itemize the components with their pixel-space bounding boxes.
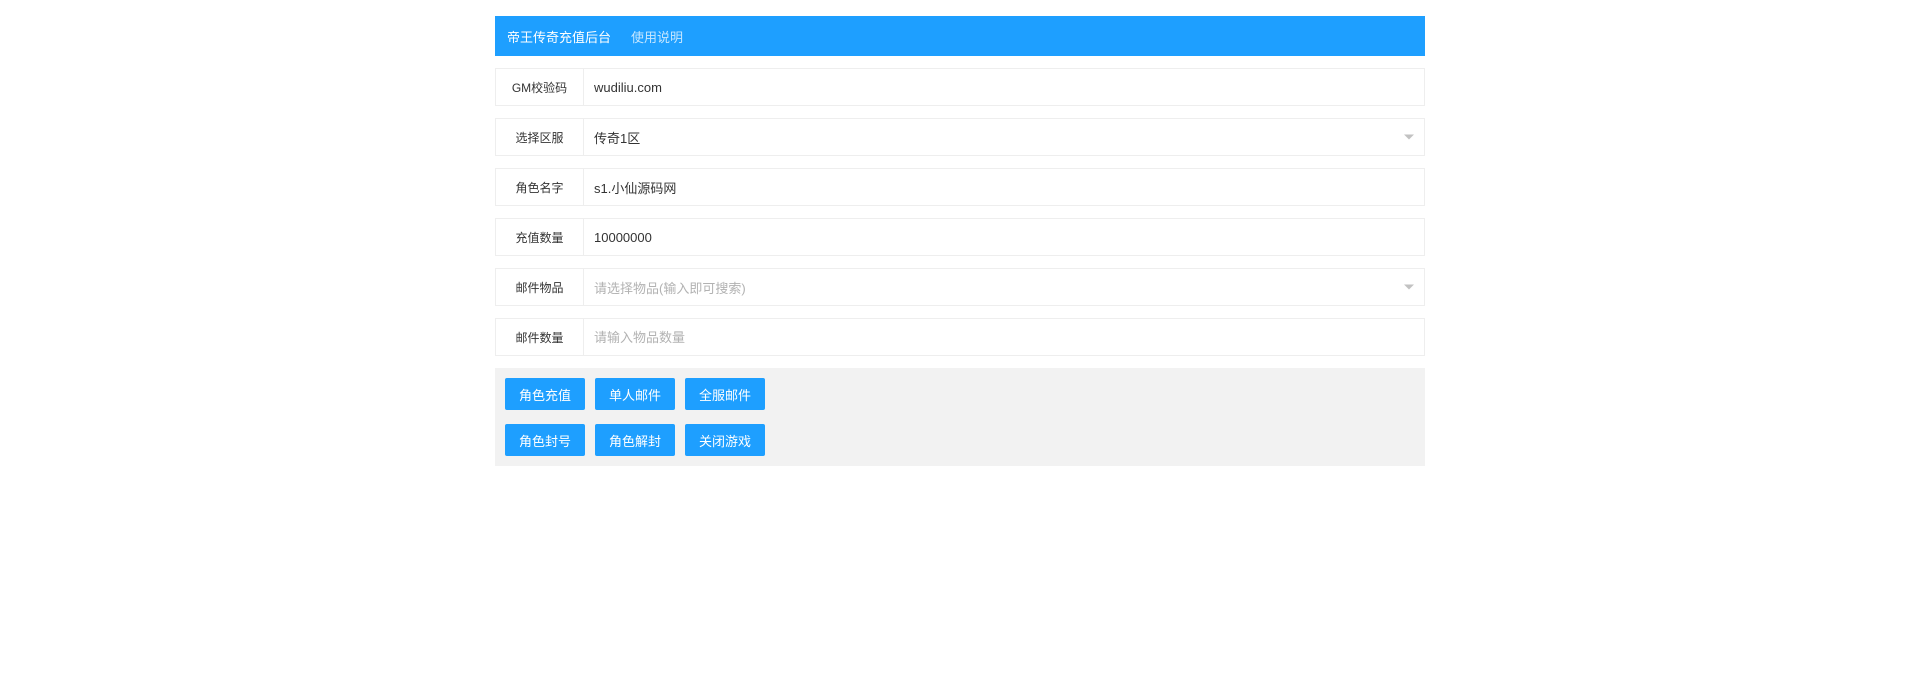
header-title: 帝王传奇充值后台 <box>507 27 611 46</box>
gm-code-row: GM校验码 <box>495 68 1425 106</box>
server-select-value: 传奇1区 <box>594 128 640 147</box>
mail-item-field: 请选择物品(输入即可搜索) <box>584 269 1424 305</box>
server-field: 传奇1区 <box>584 119 1424 155</box>
server-label: 选择区服 <box>496 119 584 155</box>
chevron-down-icon <box>1404 135 1414 140</box>
recharge-amount-row: 充值数量 <box>495 218 1425 256</box>
chevron-down-icon <box>1404 285 1414 290</box>
header-bar: 帝王传奇充值后台 使用说明 <box>495 16 1425 56</box>
mail-quantity-field <box>584 319 1424 355</box>
button-row-2: 角色封号 角色解封 关闭游戏 <box>505 424 1415 456</box>
role-name-input[interactable] <box>584 169 1424 205</box>
usage-link[interactable]: 使用说明 <box>631 27 683 46</box>
mail-quantity-row: 邮件数量 <box>495 318 1425 356</box>
role-ban-button[interactable]: 角色封号 <box>505 424 585 456</box>
role-recharge-button[interactable]: 角色充值 <box>505 378 585 410</box>
role-name-field <box>584 169 1424 205</box>
server-row: 选择区服 传奇1区 <box>495 118 1425 156</box>
button-row-1: 角色充值 单人邮件 全服邮件 <box>505 378 1415 410</box>
mail-item-select[interactable]: 请选择物品(输入即可搜索) <box>584 269 1424 305</box>
mail-quantity-label: 邮件数量 <box>496 319 584 355</box>
single-mail-button[interactable]: 单人邮件 <box>595 378 675 410</box>
button-section: 角色充值 单人邮件 全服邮件 角色封号 角色解封 关闭游戏 <box>495 368 1425 466</box>
role-name-row: 角色名字 <box>495 168 1425 206</box>
role-name-label: 角色名字 <box>496 169 584 205</box>
gm-code-label: GM校验码 <box>496 69 584 105</box>
mail-item-label: 邮件物品 <box>496 269 584 305</box>
gm-code-field <box>584 69 1424 105</box>
mail-item-placeholder: 请选择物品(输入即可搜索) <box>594 278 746 297</box>
role-unban-button[interactable]: 角色解封 <box>595 424 675 456</box>
recharge-amount-input[interactable] <box>584 219 1424 255</box>
recharge-amount-label: 充值数量 <box>496 219 584 255</box>
mail-item-row: 邮件物品 请选择物品(输入即可搜索) <box>495 268 1425 306</box>
server-select[interactable]: 传奇1区 <box>584 119 1424 155</box>
mail-quantity-input[interactable] <box>584 319 1424 355</box>
main-container: 帝王传奇充值后台 使用说明 GM校验码 选择区服 传奇1区 角色名字 充值数量 … <box>495 0 1425 466</box>
close-game-button[interactable]: 关闭游戏 <box>685 424 765 456</box>
recharge-amount-field <box>584 219 1424 255</box>
server-mail-button[interactable]: 全服邮件 <box>685 378 765 410</box>
gm-code-input[interactable] <box>584 69 1424 105</box>
